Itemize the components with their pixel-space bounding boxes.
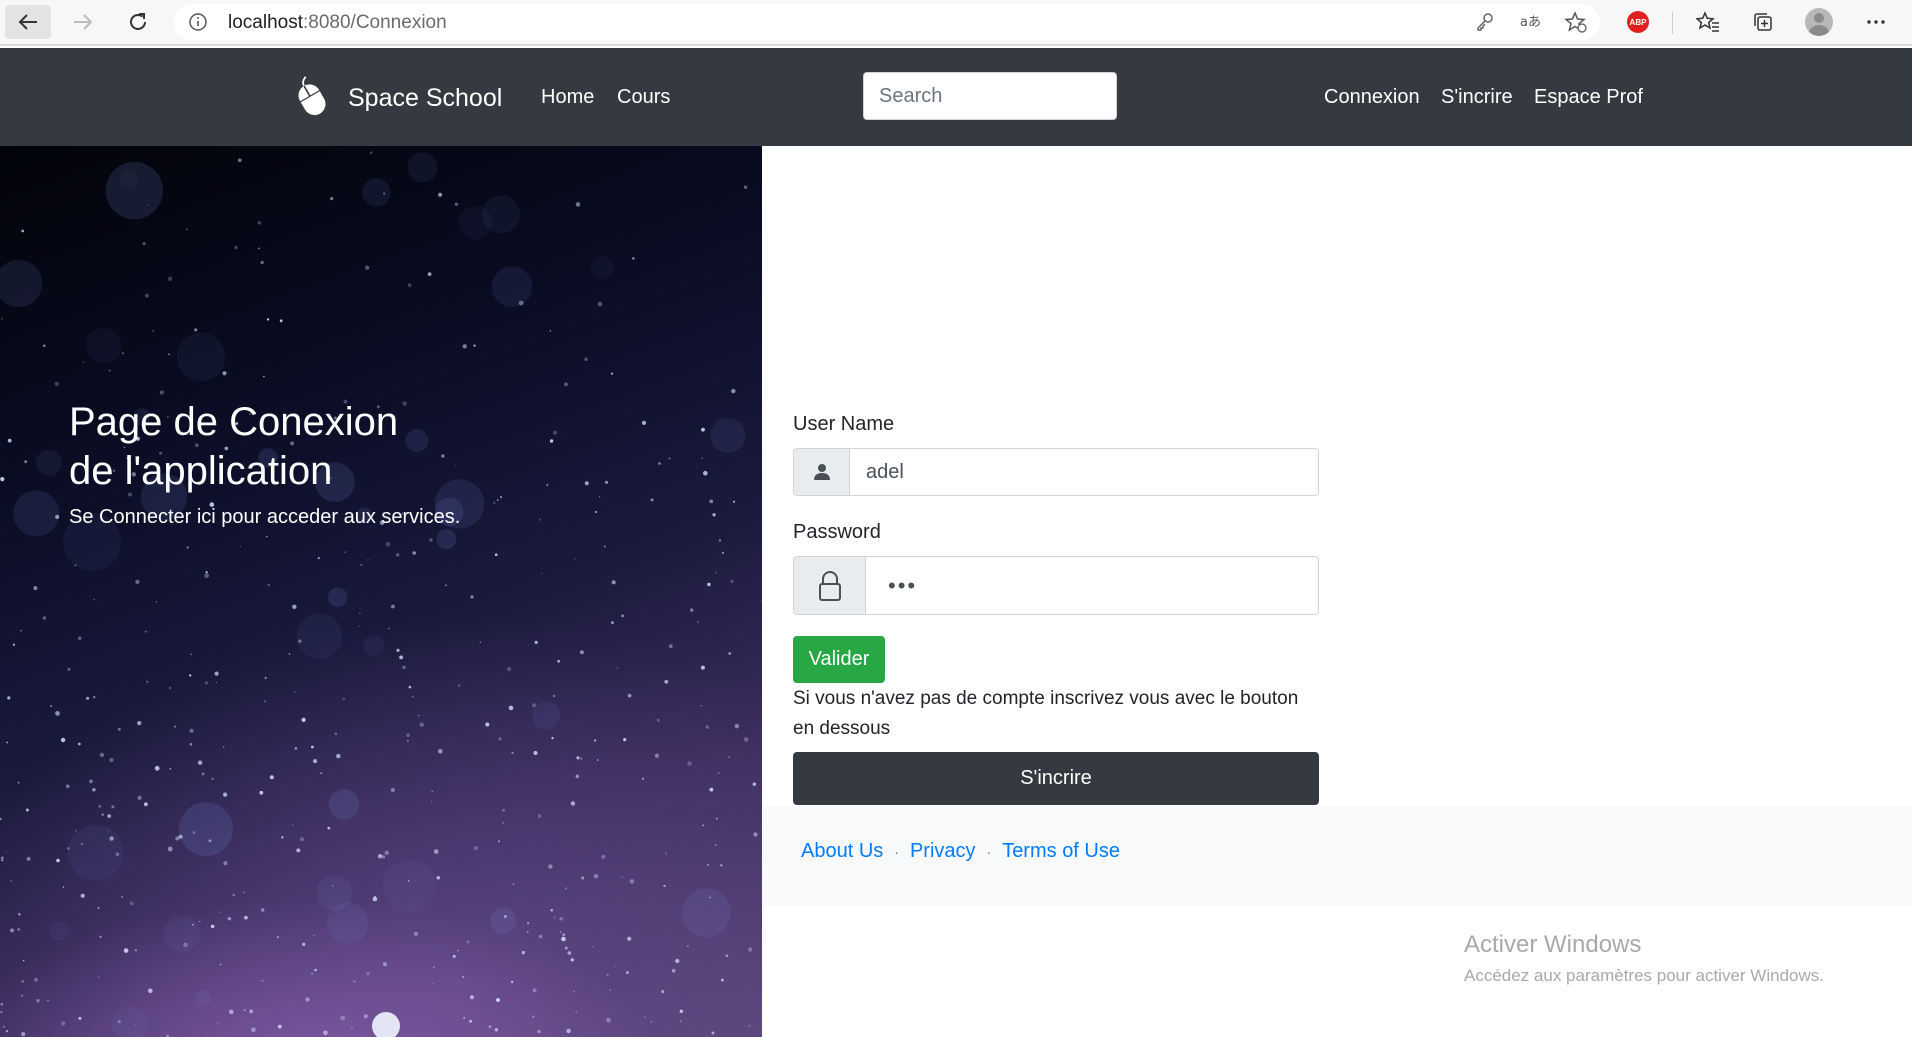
footer-link-privacy[interactable]: Privacy: [910, 840, 976, 863]
hero-subtitle: Se Connecter ici pour acceder aux servic…: [69, 506, 461, 528]
site-navbar: Space School Home Cours Connexion S'incr…: [0, 48, 1912, 146]
refresh-icon: [130, 13, 146, 30]
collections-icon: [1754, 13, 1772, 31]
browser-toolbar: localhost:8080/Connexion aあ ABP: [0, 0, 1912, 46]
footer-link-terms[interactable]: Terms of Use: [1002, 840, 1120, 863]
username-input[interactable]: [850, 449, 1318, 495]
refresh-button[interactable]: [115, 5, 161, 39]
url-host: localhost: [228, 12, 303, 33]
url-text[interactable]: localhost:8080/Connexion: [228, 12, 447, 34]
windows-watermark-title: Activer Windows: [1464, 931, 1642, 958]
nav-link-cours[interactable]: Cours: [617, 86, 670, 109]
url-path: :8080/Connexion: [303, 12, 447, 33]
adblock-plus-button[interactable]: ABP: [1615, 5, 1661, 39]
back-button[interactable]: [5, 5, 51, 39]
favorites-button[interactable]: [1685, 5, 1731, 39]
brand[interactable]: Space School: [292, 76, 502, 120]
user-icon: [813, 464, 830, 480]
footer-separator: ·: [894, 843, 899, 860]
password-prepend: [794, 557, 866, 614]
footer-links: About Us · Privacy · Terms of Use: [801, 840, 1120, 863]
collections-button[interactable]: [1740, 5, 1786, 39]
forward-button[interactable]: [60, 5, 106, 39]
lock-icon: [818, 570, 841, 601]
valider-button[interactable]: Valider: [793, 636, 885, 683]
profile-button[interactable]: [1796, 5, 1842, 39]
profile-icon: [1805, 8, 1833, 36]
read-aloud-icon[interactable]: aあ: [1519, 11, 1543, 33]
footer: About Us · Privacy · Terms of Use: [762, 806, 1912, 906]
address-bar[interactable]: localhost:8080/Connexion aあ: [174, 4, 1600, 40]
nav-link-home[interactable]: Home: [541, 86, 594, 109]
info-icon[interactable]: [188, 12, 208, 32]
nav-link-sincrire[interactable]: S'incrire: [1441, 86, 1513, 109]
svg-text:aあ: aあ: [1520, 15, 1541, 30]
password-label: Password: [793, 521, 881, 543]
password-input-group: •••: [793, 556, 1319, 615]
more-button[interactable]: [1853, 5, 1899, 39]
password-input[interactable]: •••: [866, 557, 1318, 614]
footer-separator: ·: [986, 843, 992, 860]
starfield-background: [0, 151, 762, 1037]
mouse-logo-icon: [298, 76, 326, 116]
username-prepend: [794, 449, 850, 495]
username-input-group: [793, 448, 1319, 496]
search-input[interactable]: [863, 72, 1117, 120]
nav-link-espace-prof[interactable]: Espace Prof: [1534, 86, 1643, 109]
hero-title: Page de Conexion de l'application: [69, 398, 569, 496]
toolbar-divider: [1672, 12, 1673, 34]
more-icon: [1867, 20, 1885, 24]
key-icon[interactable]: [1474, 11, 1496, 33]
sincrire-button[interactable]: S'incrire: [793, 752, 1319, 805]
hero-title-line2: de l'application: [69, 449, 333, 493]
username-label: User Name: [793, 413, 895, 435]
forward-arrow-icon: [74, 14, 93, 30]
add-favorite-icon[interactable]: [1564, 11, 1588, 33]
hero-panel: Page de Conexion de l'application Se Con…: [0, 146, 762, 1037]
signup-hint-text: Si vous n'avez pas de compte inscrivez v…: [793, 688, 1299, 739]
nav-link-connexion[interactable]: Connexion: [1324, 86, 1420, 109]
brand-title: Space School: [348, 83, 503, 112]
hero-title-line1: Page de Conexion: [69, 400, 399, 444]
windows-watermark-subtitle: Accédez aux paramètres pour activer Wind…: [1464, 966, 1824, 985]
favorites-icon: [1696, 11, 1719, 32]
back-arrow-icon: [18, 14, 37, 30]
adblock-plus-icon: ABP: [1627, 11, 1649, 33]
footer-link-about[interactable]: About Us: [801, 840, 883, 863]
